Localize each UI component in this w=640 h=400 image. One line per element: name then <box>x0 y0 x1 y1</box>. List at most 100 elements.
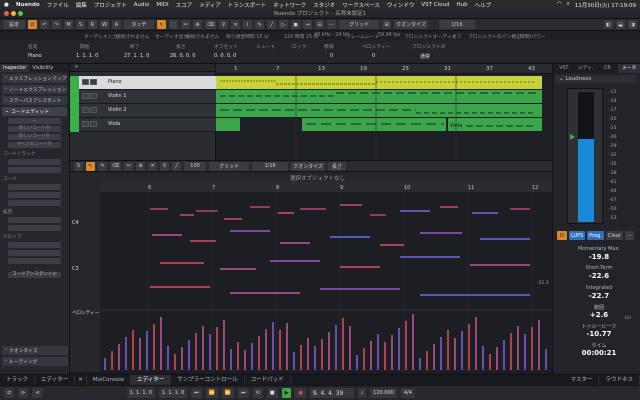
velocity-bar[interactable] <box>398 328 400 370</box>
info-value-velocity[interactable]: 0 <box>372 53 375 59</box>
mute-button[interactable] <box>82 107 89 113</box>
midi-part-viola-a[interactable] <box>216 118 240 131</box>
zoom-tool[interactable]: ⚲ <box>219 20 229 29</box>
velocity-bar[interactable] <box>237 342 239 370</box>
quantize-icon[interactable]: ⊞ <box>382 20 392 29</box>
tab-inspector[interactable]: Inspector <box>0 64 30 72</box>
close-window-button[interactable] <box>4 11 9 16</box>
quantize-value-select[interactable]: 1/16 <box>438 20 475 29</box>
velocity-bar[interactable] <box>426 351 428 370</box>
left-locator[interactable]: 1. 1. 1. 0 <box>126 388 155 398</box>
editor-length-label[interactable]: 長さ <box>327 161 346 171</box>
menu-vstcloud[interactable]: VST Cloud <box>421 2 449 8</box>
velocity-bar[interactable] <box>384 342 386 370</box>
snap-type-icon[interactable]: ⋯ <box>327 20 337 29</box>
editor-quantize-select[interactable]: 1/16 <box>252 161 289 171</box>
mute-button[interactable] <box>82 93 89 99</box>
track-row[interactable]: Violin 2 <box>70 104 216 118</box>
velocity-bar[interactable] <box>370 341 372 370</box>
drop-btn-c[interactable] <box>8 258 61 264</box>
velocity-bar[interactable] <box>454 338 456 370</box>
solo-button[interactable] <box>90 93 97 99</box>
editor-solo-button[interactable]: S <box>74 161 83 171</box>
add-track-button[interactable]: + <box>74 64 79 70</box>
stop-button[interactable]: ■ <box>266 388 278 398</box>
track-row[interactable]: Viola <box>70 118 216 132</box>
editor-object-tool[interactable]: ↖ <box>86 161 95 171</box>
info-value-name[interactable]: Piano <box>28 53 42 59</box>
track-row[interactable]: Violin 1 <box>70 90 216 104</box>
velocity-bar[interactable] <box>321 339 323 370</box>
editor-zoom-select[interactable]: 100 <box>184 161 207 171</box>
tab-visibility[interactable]: Visibility <box>29 64 56 72</box>
velocity-bar[interactable] <box>335 325 337 370</box>
tab-master[interactable]: マスター <box>564 374 600 386</box>
range-tool[interactable]: ⬚ <box>169 20 178 29</box>
chord-btn-d[interactable] <box>8 192 61 198</box>
menu-transport[interactable]: トランスポート <box>228 1 266 9</box>
velocity-bar[interactable] <box>524 334 526 370</box>
velocity-bar[interactable] <box>510 333 512 370</box>
tab-vst[interactable]: VST <box>553 64 575 73</box>
velocity-bar[interactable] <box>356 355 358 370</box>
preset-selector[interactable]: 設定 <box>3 20 25 29</box>
drop-btn-a[interactable] <box>8 242 61 248</box>
key-editor-view[interactable]: 6 7 8 9 10 11 12 <box>100 182 552 372</box>
editor-draw-tool[interactable]: ✎ <box>98 161 107 171</box>
split-tool[interactable]: ✂ <box>181 20 190 29</box>
mute-button[interactable] <box>82 79 89 85</box>
record-mode-icon[interactable]: ⇄ <box>4 388 15 398</box>
go-to-start-button[interactable]: ⏮ <box>191 388 202 398</box>
erase-tool[interactable]: ⌫ <box>205 20 217 29</box>
new-chord-button-1[interactable]: 新しいコードを <box>8 126 61 132</box>
velocity-bar[interactable] <box>209 334 211 370</box>
velocity-bar[interactable] <box>482 346 484 370</box>
midi-part-violin1[interactable] <box>216 90 542 103</box>
tab-sampler-control[interactable]: サンプラーコントロール <box>171 374 245 386</box>
info-value-project[interactable]: 通常 <box>420 53 430 60</box>
menu-edit[interactable]: 編集 <box>76 1 87 9</box>
snap-button[interactable]: ⊟ <box>315 20 325 29</box>
velocity-bar[interactable] <box>405 321 407 370</box>
editor-erase-tool[interactable]: ⌫ <box>110 161 122 171</box>
search-icon[interactable]: ⌕ <box>567 1 570 9</box>
grid-type-select[interactable]: グリッド <box>339 20 380 29</box>
menu-midi[interactable]: MIDI <box>156 2 168 8</box>
time-warp-tool[interactable]: ⌇ <box>243 20 253 29</box>
line-tool[interactable]: ╱ <box>267 20 277 29</box>
arrangement-parts[interactable]: Viola <box>216 74 552 160</box>
tab-mixconsole[interactable]: MixConsole <box>87 374 132 386</box>
velocity-bar[interactable] <box>195 333 197 370</box>
section-quantize[interactable]: › クオンタイズ <box>2 346 68 355</box>
velocity-bar[interactable] <box>391 335 393 370</box>
info-value-offset[interactable]: 0. 0. 0. 0 <box>214 53 236 59</box>
menu-project[interactable]: プロジェクト <box>94 1 127 9</box>
velocity-bar[interactable] <box>279 330 281 370</box>
velocity-bar[interactable] <box>167 346 169 370</box>
read-mode-button[interactable]: R <box>88 20 97 29</box>
color-tool[interactable]: ◼ <box>291 20 301 29</box>
object-selection-tool[interactable]: ↖ <box>157 20 166 29</box>
write-mode-button[interactable]: W <box>100 20 109 29</box>
velocity-bar[interactable] <box>258 336 260 370</box>
inversion-btn-b[interactable] <box>8 225 61 231</box>
punch-in-button[interactable]: ⊳ <box>18 388 29 398</box>
menu-media[interactable]: メディア <box>199 1 221 9</box>
solo-mode-button[interactable]: S <box>76 20 85 29</box>
menu-window[interactable]: ウィンドウ <box>387 1 415 9</box>
lufs-button[interactable]: LUFS <box>569 231 586 240</box>
velocity-bar[interactable] <box>538 320 540 370</box>
record-button[interactable]: ● <box>295 388 306 398</box>
velocity-bar[interactable] <box>412 314 414 370</box>
velocity-bar[interactable] <box>139 338 141 370</box>
close-icon[interactable]: ✕ <box>75 374 87 386</box>
velocity-bar[interactable] <box>104 358 106 370</box>
chord-btn-e[interactable] <box>8 200 61 206</box>
velocity-bar[interactable] <box>174 354 176 370</box>
velocity-bar[interactable] <box>265 329 267 370</box>
layout-left-zone-button[interactable]: ◧ <box>604 20 613 29</box>
velocity-bar[interactable] <box>419 358 421 370</box>
velocity-bar[interactable] <box>111 351 113 370</box>
velocity-bar[interactable] <box>440 337 442 370</box>
velocity-bar[interactable] <box>202 326 204 370</box>
